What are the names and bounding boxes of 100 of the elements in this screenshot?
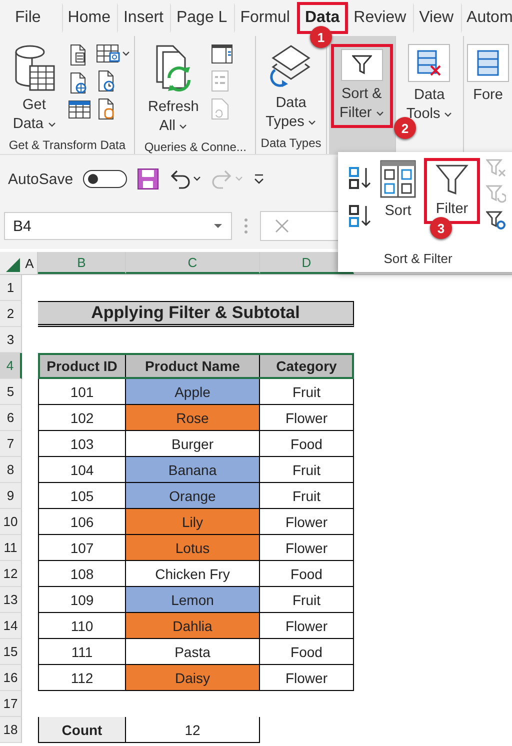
- table-cell: Fruit: [260, 379, 354, 405]
- table-cell: 12: [126, 717, 260, 743]
- caret-icon: [444, 112, 452, 118]
- table-cell: Flower: [260, 405, 354, 431]
- row-number[interactable]: 18: [0, 717, 22, 743]
- table-cell: Daisy: [126, 665, 260, 691]
- ribbon-tab[interactable]: View: [413, 3, 461, 33]
- caret-icon: [122, 51, 130, 57]
- group-label: Get & Transform Data: [8, 137, 127, 154]
- row-number[interactable]: 17: [0, 691, 22, 717]
- table-cell: Burger: [126, 431, 260, 457]
- properties-icon: [211, 70, 230, 92]
- caret-icon: [179, 124, 188, 130]
- table-cell: Food: [260, 431, 354, 457]
- table-cell: Lily: [126, 509, 260, 535]
- web-file-icon[interactable]: [68, 72, 88, 94]
- filter-icon: [352, 54, 372, 76]
- row-number[interactable]: 2: [0, 301, 22, 327]
- row-number[interactable]: 15: [0, 639, 22, 665]
- picture-table-icon[interactable]: [96, 44, 120, 64]
- total-label: Count: [38, 717, 126, 743]
- group-label: Sort & Filter: [382, 251, 454, 268]
- row-number[interactable]: 14: [0, 613, 22, 639]
- panel-icon[interactable]: [211, 44, 234, 64]
- row-number[interactable]: 10: [0, 509, 22, 535]
- table-cell: Dahlia: [126, 613, 260, 639]
- row-number[interactable]: 5: [0, 379, 22, 405]
- ribbon-tab[interactable]: Formul: [234, 3, 297, 33]
- table-cell: Apple: [126, 379, 260, 405]
- row-number[interactable]: 12: [0, 561, 22, 587]
- table-cell: Food: [260, 561, 354, 587]
- table-cell: Fruit: [260, 483, 354, 509]
- row-number[interactable]: 4: [0, 353, 22, 379]
- caret-icon: [308, 120, 316, 126]
- row-number[interactable]: 3: [0, 327, 22, 353]
- sort-ascending-icon[interactable]: [348, 166, 372, 190]
- sort-button[interactable]: Sort: [378, 158, 418, 223]
- column-heading: Product ID: [38, 353, 126, 379]
- table-cell: Fruit: [260, 457, 354, 483]
- caret-icon: [48, 122, 56, 128]
- row-number[interactable]: 9: [0, 483, 22, 509]
- row-number[interactable]: 8: [0, 457, 22, 483]
- text-file-icon[interactable]: [68, 44, 88, 66]
- autosave-toggle[interactable]: [83, 170, 128, 188]
- table-cell: Flower: [260, 509, 354, 535]
- ribbon-tab[interactable]: File: [8, 3, 48, 33]
- ribbon-tab[interactable]: Insert: [117, 3, 170, 33]
- sheet-title: Applying Filter & Subtotal: [38, 301, 354, 327]
- save-icon[interactable]: [137, 168, 160, 190]
- grip-icon: [244, 218, 248, 234]
- sort-descending-icon[interactable]: [348, 204, 372, 228]
- table-cell: Food: [260, 639, 354, 665]
- sort-icon: [380, 160, 416, 198]
- row-number[interactable]: 7: [0, 431, 22, 457]
- clear-filter-icon: [486, 158, 506, 178]
- row-number[interactable]: 11: [0, 535, 22, 561]
- row-number[interactable]: 16: [0, 665, 22, 691]
- table-cell: Fruit: [260, 587, 354, 613]
- undo-icon[interactable]: [169, 168, 202, 190]
- table-cell: Flower: [260, 613, 354, 639]
- advanced-filter-icon: [486, 210, 506, 230]
- table-cell: Flower: [260, 665, 354, 691]
- table-cell: Banana: [126, 457, 260, 483]
- recent-file-icon[interactable]: [96, 70, 116, 92]
- database-icon: [13, 44, 56, 92]
- caret-icon: [376, 111, 384, 117]
- table-cell: Chicken Fry: [126, 561, 260, 587]
- ribbon-button[interactable]: Get Data: [4, 42, 64, 136]
- table-cell: Rose: [126, 405, 260, 431]
- row-number[interactable]: 6: [0, 405, 22, 431]
- ribbon-tab[interactable]: Home: [62, 3, 118, 33]
- table-cell: Orange: [126, 483, 260, 509]
- forecast-sheet-icon: [476, 49, 500, 77]
- table-cell: Lotus: [126, 535, 260, 561]
- column-header[interactable]: B: [38, 252, 126, 274]
- ribbon-tab[interactable]: Autom: [460, 3, 512, 33]
- column-header[interactable]: C: [126, 252, 260, 274]
- ribbon-tab[interactable]: Review: [348, 3, 414, 33]
- ribbon-button[interactable]: Refresh All: [139, 42, 208, 138]
- customize-icon[interactable]: [253, 173, 266, 185]
- row-number[interactable]: 1: [0, 275, 22, 301]
- filter-button[interactable]: Filter: [424, 158, 480, 224]
- row-number[interactable]: 13: [0, 587, 22, 613]
- table-remove-icon: [416, 49, 442, 77]
- reapply-icon: [486, 184, 506, 204]
- autosave-label: AutoSave: [8, 170, 74, 188]
- database-file-icon[interactable]: [96, 98, 116, 120]
- group-label: Queries & Conne...: [143, 139, 248, 156]
- name-box[interactable]: B4: [4, 212, 232, 240]
- ribbon-tab[interactable]: Page L: [170, 3, 234, 33]
- link-file-icon: [211, 98, 230, 120]
- table-icon[interactable]: [68, 100, 92, 120]
- table-cell: Pasta: [126, 639, 260, 665]
- filter-icon: [433, 163, 471, 196]
- column-heading: Product Name: [126, 353, 260, 379]
- column-heading: Category: [260, 353, 354, 379]
- sort-filter-button[interactable]: Sort & Filter: [330, 44, 393, 128]
- group-label: Data Types: [260, 135, 322, 152]
- table-cell: Lemon: [126, 587, 260, 613]
- table-cell: Flower: [260, 535, 354, 561]
